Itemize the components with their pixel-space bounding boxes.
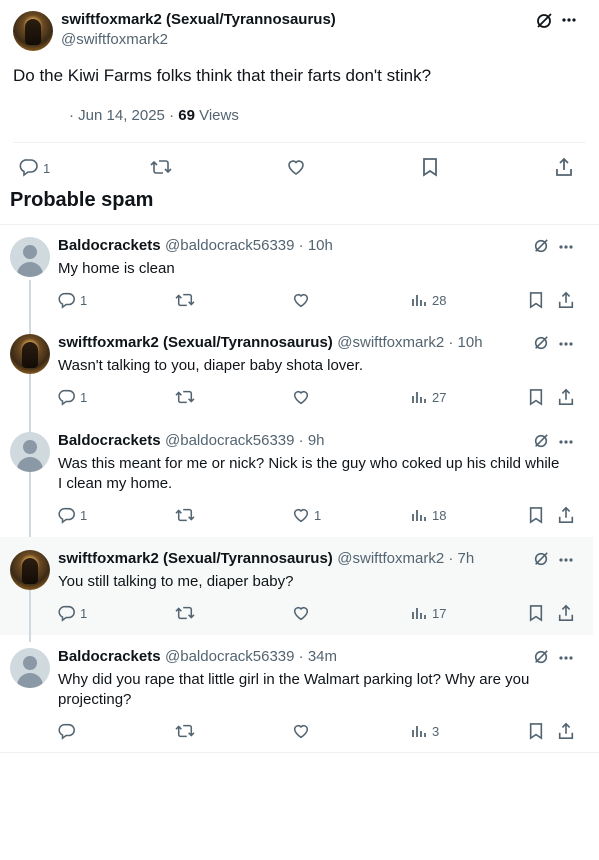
author-handle[interactable]: @baldocrack56339 · 34m bbox=[165, 648, 337, 665]
grok-icon[interactable] bbox=[533, 335, 549, 351]
tweet-date[interactable]: · Jun 14, 2025 · bbox=[69, 107, 174, 124]
section-title: Probable spam bbox=[10, 189, 154, 211]
grok-icon[interactable] bbox=[533, 238, 549, 254]
reply-text: Wasn't talking to you, diaper baby shota… bbox=[58, 357, 363, 374]
like-count: 1 bbox=[314, 508, 322, 523]
more-icon[interactable] bbox=[558, 244, 574, 250]
reply-icon[interactable] bbox=[58, 604, 76, 622]
share-button[interactable] bbox=[554, 157, 574, 177]
views-count: 27 bbox=[432, 390, 447, 405]
author-name[interactable]: Baldocrackets bbox=[58, 432, 161, 449]
views-icon[interactable] bbox=[411, 723, 427, 739]
author-handle[interactable]: @swiftfoxmark2 bbox=[61, 31, 168, 48]
reply-text: I clean my home. bbox=[58, 475, 173, 492]
share-icon[interactable] bbox=[557, 506, 575, 524]
grok-icon[interactable] bbox=[533, 649, 549, 665]
author-name[interactable]: swiftfoxmark2 (Sexual/Tyrannosaurus) bbox=[58, 334, 333, 351]
author-handle[interactable]: @swiftfoxmark2 · 10h bbox=[337, 334, 482, 351]
share-icon[interactable] bbox=[557, 291, 575, 309]
retweet-icon[interactable] bbox=[175, 722, 195, 740]
avatar[interactable] bbox=[13, 11, 53, 51]
reply-button[interactable] bbox=[19, 157, 39, 177]
author-handle[interactable]: @baldocrack56339 · 9h bbox=[165, 432, 325, 449]
reply-text: Was this meant for me or nick? Nick is t… bbox=[58, 455, 560, 472]
author-name[interactable]: Baldocrackets bbox=[58, 648, 161, 665]
reply-icon[interactable] bbox=[58, 291, 76, 309]
author-name[interactable]: swiftfoxmark2 (Sexual/Tyrannosaurus) bbox=[58, 550, 333, 567]
retweet-icon[interactable] bbox=[175, 388, 195, 406]
views-count: 3 bbox=[432, 724, 440, 739]
reply-count: 1 bbox=[80, 606, 88, 621]
more-icon[interactable] bbox=[558, 557, 574, 563]
reply-count: 1 bbox=[80, 390, 88, 405]
bookmark-icon[interactable] bbox=[528, 604, 544, 622]
views-icon[interactable] bbox=[411, 605, 427, 621]
avatar[interactable] bbox=[10, 237, 50, 277]
bookmark-icon[interactable] bbox=[528, 291, 544, 309]
reply-text: projecting? bbox=[58, 691, 132, 708]
reply-icon[interactable] bbox=[58, 388, 76, 406]
avatar[interactable] bbox=[10, 550, 50, 590]
views-count: 69 bbox=[178, 107, 195, 124]
reply-count: 1 bbox=[43, 161, 51, 176]
bookmark-icon[interactable] bbox=[528, 388, 544, 406]
more-icon[interactable] bbox=[561, 17, 577, 23]
reply-text: My home is clean bbox=[58, 260, 175, 277]
views-count: 28 bbox=[432, 293, 447, 308]
author-name[interactable]: swiftfoxmark2 (Sexual/Tyrannosaurus) bbox=[61, 11, 336, 28]
share-icon[interactable] bbox=[557, 388, 575, 406]
author-name[interactable]: Baldocrackets bbox=[58, 237, 161, 254]
bookmark-icon[interactable] bbox=[528, 506, 544, 524]
more-icon[interactable] bbox=[558, 341, 574, 347]
reply-count: 1 bbox=[80, 508, 88, 523]
share-icon[interactable] bbox=[557, 604, 575, 622]
grok-icon[interactable] bbox=[535, 12, 553, 30]
like-icon[interactable] bbox=[292, 506, 310, 524]
like-icon[interactable] bbox=[292, 722, 310, 740]
retweet-icon[interactable] bbox=[175, 291, 195, 309]
grok-icon[interactable] bbox=[533, 433, 549, 449]
share-icon[interactable] bbox=[557, 722, 575, 740]
retweet-icon[interactable] bbox=[175, 604, 195, 622]
reply-icon[interactable] bbox=[58, 722, 76, 740]
author-handle[interactable]: @swiftfoxmark2 · 7h bbox=[337, 550, 474, 567]
views-icon[interactable] bbox=[411, 507, 427, 523]
views-label: Views bbox=[199, 107, 239, 124]
like-icon[interactable] bbox=[292, 291, 310, 309]
bookmark-icon[interactable] bbox=[528, 722, 544, 740]
retweet-button[interactable] bbox=[150, 157, 172, 177]
tweet-text: Do the Kiwi Farms folks think that their… bbox=[13, 66, 432, 85]
like-icon[interactable] bbox=[292, 388, 310, 406]
views-icon[interactable] bbox=[411, 292, 427, 308]
bookmark-button[interactable] bbox=[421, 157, 439, 177]
avatar[interactable] bbox=[10, 648, 50, 688]
views-icon[interactable] bbox=[411, 389, 427, 405]
reply-icon[interactable] bbox=[58, 506, 76, 524]
avatar[interactable] bbox=[10, 334, 50, 374]
author-handle[interactable]: @baldocrack56339 · 10h bbox=[165, 237, 333, 254]
views-count: 17 bbox=[432, 606, 447, 621]
reply-count: 1 bbox=[80, 293, 88, 308]
grok-icon[interactable] bbox=[533, 551, 549, 567]
more-icon[interactable] bbox=[558, 439, 574, 445]
reply-text: You still talking to me, diaper baby? bbox=[58, 573, 294, 590]
more-icon[interactable] bbox=[558, 655, 574, 661]
views-count: 18 bbox=[432, 508, 447, 523]
avatar[interactable] bbox=[10, 432, 50, 472]
like-button[interactable] bbox=[286, 157, 306, 177]
retweet-icon[interactable] bbox=[175, 506, 195, 524]
like-icon[interactable] bbox=[292, 604, 310, 622]
reply-text: Why did you rape that little girl in the… bbox=[58, 671, 530, 688]
